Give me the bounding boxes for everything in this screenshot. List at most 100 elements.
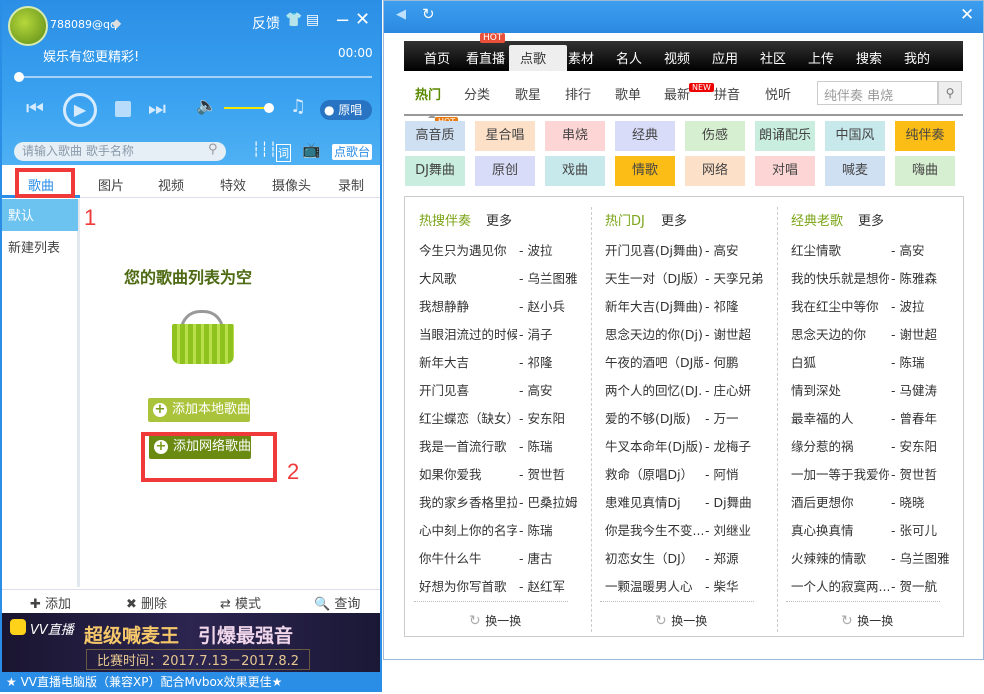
nav-item[interactable]: 社区 (760, 48, 786, 67)
artist-name[interactable]: 柴华 (713, 579, 738, 594)
artist-name[interactable]: 曾春年 (899, 411, 937, 426)
artist-name[interactable]: 波拉 (899, 299, 924, 314)
artist-name[interactable]: 波拉 (527, 243, 552, 258)
song-title[interactable]: 一个人的寂寞两... (791, 576, 889, 595)
playlist-default[interactable]: 默认 (2, 199, 78, 231)
skin-icon[interactable]: 👕 (285, 12, 302, 28)
song-artist[interactable]: - 安东阳 (519, 408, 565, 427)
song-artist[interactable]: - 陈瑞 (519, 436, 553, 455)
artist-name[interactable]: 刘继业 (713, 523, 751, 538)
sub-tab[interactable]: 分类 (464, 84, 490, 103)
artist-name[interactable]: 贺一航 (899, 579, 937, 594)
nav-item[interactable]: 首页 (424, 48, 450, 67)
ad-banner[interactable]: VV直播 超级喊麦王 引爆最强音 比赛时间：2017.7.13－2017.8.2 (2, 613, 380, 672)
song-artist[interactable]: - 赵小兵 (519, 296, 565, 315)
song-row[interactable]: 救命（原唱Dj）- 阿悄 (605, 464, 775, 486)
equalizer-icon[interactable]: ┆┆┆ (252, 142, 277, 158)
category-嗨曲[interactable]: 嗨曲 (895, 156, 955, 186)
more-link[interactable]: 更多 (661, 210, 687, 229)
artist-name[interactable]: 贺世哲 (527, 467, 565, 482)
song-title[interactable]: 救命（原唱Dj） (605, 464, 703, 483)
username[interactable]: 788089@qq (50, 18, 117, 31)
play-button[interactable]: ▶ (63, 93, 97, 127)
artist-name[interactable]: Dj舞曲 (713, 495, 751, 510)
nav-item[interactable]: 点歌 (520, 48, 546, 67)
sub-tab[interactable]: 热门 (415, 84, 441, 103)
category-戏曲[interactable]: 戏曲 (545, 156, 605, 186)
delete-button[interactable]: ✖ 删除 (126, 593, 167, 612)
song-artist[interactable]: - 万一 (705, 408, 739, 427)
artist-name[interactable]: 张可儿 (899, 523, 937, 538)
song-row[interactable]: 一加一等于我爱你- 贺世哲 (791, 464, 961, 486)
song-artist[interactable]: - 柴华 (705, 576, 739, 595)
sub-tab[interactable]: 拼音 (714, 84, 740, 103)
song-title[interactable]: 酒后更想你 (791, 492, 889, 511)
song-row[interactable]: 天生一对（DJ版）- 天孪兄弟 (605, 268, 775, 290)
refresh-button[interactable]: ↻ 换一换 (469, 612, 521, 629)
song-row[interactable]: 如果你爱我- 贺世哲 (419, 464, 589, 486)
song-artist[interactable]: - Dj舞曲 (705, 492, 752, 511)
close-button[interactable]: ✕ (960, 5, 974, 25)
artist-name[interactable]: 祁隆 (527, 355, 552, 370)
song-row[interactable]: 思念天边的你- 谢世超 (791, 324, 961, 346)
next-icon[interactable]: ⏭ (148, 96, 166, 120)
sub-tab[interactable]: 最新 (664, 84, 690, 103)
song-title[interactable]: 新年大吉(Dj舞曲) (605, 296, 703, 315)
song-title[interactable]: 当眼泪流过的时候 (419, 324, 517, 343)
artist-name[interactable]: 安东阳 (899, 439, 937, 454)
song-artist[interactable]: - 张可儿 (891, 520, 937, 539)
song-title[interactable]: 午夜的酒吧（DJ版） (605, 352, 703, 371)
tab-camera[interactable]: 摄像头 (272, 175, 311, 194)
artist-name[interactable]: 陈雅森 (899, 271, 937, 286)
category-中国风[interactable]: 中国风 (825, 121, 885, 151)
song-artist[interactable]: - 赵红军 (519, 576, 565, 595)
song-row[interactable]: 我在红尘中等你- 波拉 (791, 296, 961, 318)
artist-name[interactable]: 阿悄 (713, 467, 738, 482)
song-row[interactable]: 最幸福的人- 曾春年 (791, 408, 961, 430)
column-title[interactable]: 热搜伴奏 (419, 210, 471, 229)
song-row[interactable]: 思念天边的你(Dj)- 谢世超 (605, 324, 775, 346)
song-artist[interactable]: - 天孪兄弟 (705, 268, 764, 287)
sub-tab[interactable]: 排行 (565, 84, 591, 103)
diangetai-button[interactable]: 点歌台 (332, 144, 372, 160)
song-row[interactable]: 初恋女生（DJ）- 郑源 (605, 548, 775, 570)
song-artist[interactable]: - 巴桑拉姆 (519, 492, 578, 511)
song-artist[interactable]: - 何鹏 (705, 352, 739, 371)
song-title[interactable]: 火辣辣的情歌 (791, 548, 889, 567)
refresh-button[interactable]: ↻ 换一换 (655, 612, 707, 629)
song-title[interactable]: 开门见喜(Dj舞曲) (605, 240, 703, 259)
mode-button[interactable]: ⇄ 模式 (220, 593, 261, 612)
song-row[interactable]: 一个人的寂寞两...- 贺一航 (791, 576, 961, 598)
song-title[interactable]: 白狐 (791, 352, 889, 371)
artist-name[interactable]: 万一 (713, 411, 738, 426)
category-朗诵配乐[interactable]: 朗诵配乐 (755, 121, 815, 151)
song-artist[interactable]: - 波拉 (891, 296, 925, 315)
category-星合唱[interactable]: 星合唱 (475, 121, 535, 151)
minimize-button[interactable]: − (335, 10, 350, 31)
nav-item[interactable]: 素材 (568, 48, 594, 67)
song-artist[interactable]: - 陈瑞 (519, 520, 553, 539)
song-title[interactable]: 初恋女生（DJ） (605, 548, 703, 567)
artist-name[interactable]: 乌兰图雅 (527, 271, 577, 286)
song-row[interactable]: 我想静静- 赵小兵 (419, 296, 589, 318)
category-网络[interactable]: 网络 (685, 156, 745, 186)
song-search-input[interactable]: 请输入歌曲 歌手名称 (14, 142, 226, 161)
artist-name[interactable]: 涓子 (527, 327, 552, 342)
artist-name[interactable]: 谢世超 (713, 327, 751, 342)
artist-name[interactable]: 赵红军 (527, 579, 565, 594)
column-title[interactable]: 经典老歌 (791, 210, 843, 229)
artist-name[interactable]: 高安 (899, 243, 924, 258)
song-title[interactable]: 缘分惹的祸 (791, 436, 889, 455)
song-row[interactable]: 你牛什么牛- 唐古 (419, 548, 589, 570)
more-link[interactable]: 更多 (486, 210, 512, 229)
artist-name[interactable]: 祁隆 (713, 299, 738, 314)
song-row[interactable]: 白狐- 陈瑞 (791, 352, 961, 374)
song-artist[interactable]: - 陈瑞 (891, 352, 925, 371)
song-title[interactable]: 心中刻上你的名字 (419, 520, 517, 539)
status-bar[interactable]: ★ VV直播电脑版（兼容XP）配合Mvbox效果更佳★ (2, 672, 380, 692)
song-row[interactable]: 开门见喜(Dj舞曲)- 高安 (605, 240, 775, 262)
song-artist[interactable]: - 马健涛 (891, 380, 937, 399)
song-title[interactable]: 最幸福的人 (791, 408, 889, 427)
artist-name[interactable]: 晓晓 (899, 495, 924, 510)
stop-button[interactable] (115, 101, 131, 117)
